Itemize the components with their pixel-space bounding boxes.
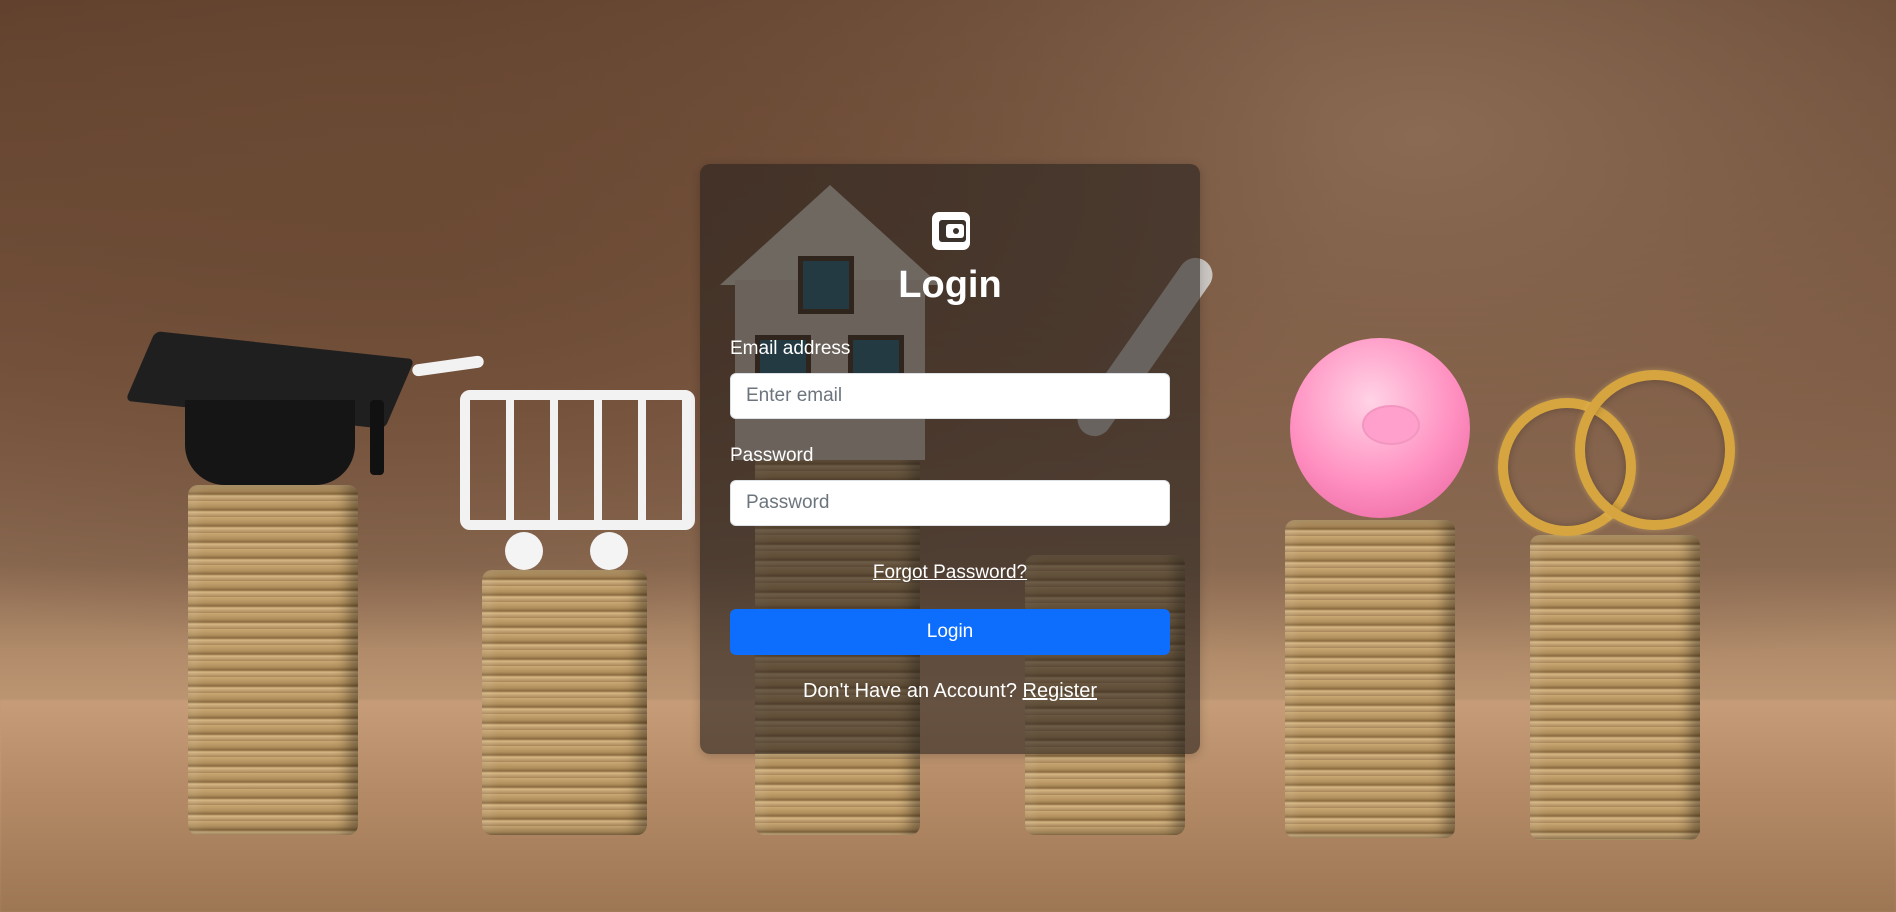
background-photo: Login Email address Password Forgot Pass… [0,0,1896,912]
coin-stack [482,570,647,835]
register-link[interactable]: Register [1023,680,1097,702]
password-field[interactable] [730,480,1170,526]
page-title: Login [898,264,1002,306]
email-field[interactable] [730,373,1170,419]
forgot-password-link[interactable]: Forgot Password? [700,562,1200,584]
email-label: Email address [730,338,851,359]
password-label: Password [730,445,814,466]
coin-stack [1285,520,1455,838]
register-prompt: Don't Have an Account? [802,680,1017,702]
coin-stack [1530,535,1700,840]
coin-stack [188,485,358,835]
register-row: Don't Have an Account? Register [700,680,1200,703]
login-card: Login Email address Password Forgot Pass… [700,164,1200,754]
wallet-icon [932,212,970,250]
login-button[interactable]: Login [730,609,1170,655]
